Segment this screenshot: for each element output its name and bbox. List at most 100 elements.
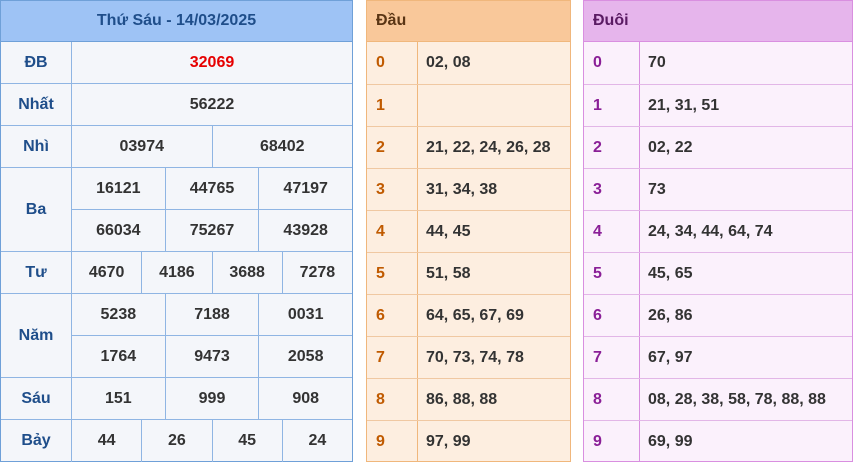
prize-number: 2058 bbox=[258, 336, 352, 377]
head-digit: 5 bbox=[367, 253, 418, 294]
head-digit: 0 bbox=[367, 42, 418, 84]
head-digit: 7 bbox=[367, 337, 418, 378]
head-digit: 9 bbox=[367, 421, 418, 462]
prize-line: 66034 75267 43928 bbox=[72, 209, 352, 251]
head-digit: 1 bbox=[367, 85, 418, 126]
head-numbers: 86, 88, 88 bbox=[426, 390, 498, 408]
prize-number: 43928 bbox=[258, 210, 352, 251]
tail-row: 1 21, 31, 51 bbox=[584, 84, 852, 126]
tail-row: 9 69, 99 bbox=[584, 420, 852, 462]
head-numbers bbox=[418, 85, 570, 126]
prize-number: 4186 bbox=[141, 252, 211, 293]
tail-digit: 8 bbox=[584, 379, 640, 420]
head-digit: 8 bbox=[367, 379, 418, 420]
head-table-title: Đầu bbox=[367, 1, 570, 42]
prize-number: 24 bbox=[281, 420, 352, 462]
prize-number: 5238 bbox=[100, 305, 137, 323]
prize-number: 47197 bbox=[258, 168, 352, 209]
tail-numbers: 45, 65 bbox=[648, 264, 693, 282]
tail-digit: 2 bbox=[584, 127, 640, 168]
head-row: 6 64, 65, 67, 69 bbox=[367, 294, 570, 336]
prize-values: 151 999 908 bbox=[72, 378, 352, 419]
head-row: 0 02, 08 bbox=[367, 42, 570, 84]
prize-label: Nhì bbox=[1, 126, 72, 167]
prize-label: ĐB bbox=[1, 42, 72, 83]
tail-row: 4 24, 34, 44, 64, 74 bbox=[584, 210, 852, 252]
prize-line: 4670 4186 3688 7278 bbox=[72, 252, 352, 293]
prize-line: 1764 9473 2058 bbox=[72, 335, 352, 377]
head-numbers: 44, 45 bbox=[426, 222, 471, 240]
tail-numbers: 26, 86 bbox=[648, 306, 693, 324]
tail-table: Đuôi 0 70 1 21, 31, 51 2 02, 22 3 73 4 24, 34, 44… bbox=[583, 0, 853, 462]
tail-row: 5 45, 65 bbox=[584, 252, 852, 294]
tail-rows: 0 70 1 21, 31, 51 2 02, 22 3 73 4 24, 34, 44, 64,… bbox=[584, 42, 852, 462]
prize-line: 151 999 908 bbox=[72, 378, 352, 419]
head-digit: 6 bbox=[367, 295, 418, 336]
head-row: 2 21, 22, 24, 26, 28 bbox=[367, 126, 570, 168]
prize-number: 9473 bbox=[164, 336, 259, 377]
prize-number: 75267 bbox=[164, 210, 259, 251]
prize-values: 56222 bbox=[72, 84, 352, 125]
head-row: 9 97, 99 bbox=[367, 420, 570, 462]
head-row: 1 bbox=[367, 84, 570, 126]
prize-row: ĐB 32069 bbox=[1, 42, 352, 84]
prize-values: 03974 68402 bbox=[72, 126, 352, 167]
prize-number: 7188 bbox=[164, 294, 259, 335]
tail-digit: 5 bbox=[584, 253, 640, 294]
prize-label: Tư bbox=[1, 252, 72, 293]
prize-values: 4670 4186 3688 7278 bbox=[72, 252, 352, 293]
tail-digit: 9 bbox=[584, 421, 640, 462]
prize-label: Sáu bbox=[1, 378, 72, 419]
head-digit: 4 bbox=[367, 211, 418, 252]
prize-values: 5238 7188 0031 1764 9473 2058 bbox=[72, 294, 352, 377]
tail-numbers: 02, 22 bbox=[648, 138, 693, 156]
tail-table-title: Đuôi bbox=[584, 1, 852, 42]
head-digit: 2 bbox=[367, 127, 418, 168]
head-numbers: 51, 58 bbox=[426, 264, 471, 282]
prize-number: 3688 bbox=[211, 252, 282, 293]
tail-row: 2 02, 22 bbox=[584, 126, 852, 168]
prize-values: 16121 44765 47197 66034 75267 43928 bbox=[72, 168, 352, 251]
tail-row: 3 73 bbox=[584, 168, 852, 210]
head-numbers: 31, 34, 38 bbox=[426, 180, 498, 198]
tail-row: 0 70 bbox=[584, 42, 852, 84]
prize-row: Tư 4670 4186 3688 7278 bbox=[1, 252, 352, 294]
results-table: Thứ Sáu - 14/03/2025 ĐB 32069 Nhất 56222 Nhì… bbox=[0, 0, 353, 462]
prize-row: Nhì 03974 68402 bbox=[1, 126, 352, 168]
prize-values: 44 26 45 24 bbox=[72, 420, 352, 462]
head-row: 8 86, 88, 88 bbox=[367, 378, 570, 420]
prize-number: 908 bbox=[258, 378, 352, 419]
tail-numbers: 21, 31, 51 bbox=[648, 96, 720, 114]
prize-row: Sáu 151 999 908 bbox=[1, 378, 352, 420]
head-numbers: 21, 22, 24, 26, 28 bbox=[426, 138, 551, 156]
prize-number: 56222 bbox=[189, 95, 235, 113]
head-row: 3 31, 34, 38 bbox=[367, 168, 570, 210]
prize-row: Năm 5238 7188 0031 1764 9473 2058 bbox=[1, 294, 352, 378]
prize-number: 03974 bbox=[119, 137, 165, 155]
tail-row: 7 67, 97 bbox=[584, 336, 852, 378]
prize-number: 26 bbox=[141, 420, 211, 462]
prize-label: Năm bbox=[1, 294, 72, 377]
prize-line: 56222 bbox=[72, 84, 352, 125]
head-numbers: 70, 73, 74, 78 bbox=[426, 348, 524, 366]
head-row: 4 44, 45 bbox=[367, 210, 570, 252]
tail-digit: 0 bbox=[584, 42, 640, 84]
tail-numbers: 24, 34, 44, 64, 74 bbox=[648, 222, 773, 240]
tail-numbers: 69, 99 bbox=[648, 432, 693, 450]
tail-numbers: 73 bbox=[648, 180, 666, 198]
prize-number: 0031 bbox=[258, 294, 352, 335]
tail-digit: 1 bbox=[584, 85, 640, 126]
prize-line: 03974 68402 bbox=[72, 126, 352, 167]
tail-numbers: 08, 28, 38, 58, 78, 88, 88 bbox=[648, 390, 826, 408]
tail-numbers: 67, 97 bbox=[648, 348, 693, 366]
prize-line: 44 26 45 24 bbox=[72, 420, 352, 462]
prize-label: Ba bbox=[1, 168, 72, 251]
head-digit: 3 bbox=[367, 169, 418, 210]
prize-number: 4670 bbox=[88, 263, 125, 281]
head-numbers: 02, 08 bbox=[426, 54, 471, 71]
prize-row: Bảy 44 26 45 24 bbox=[1, 420, 352, 462]
prize-number: 44765 bbox=[164, 168, 259, 209]
tail-numbers: 70 bbox=[648, 54, 666, 71]
prize-number: 16121 bbox=[96, 179, 141, 197]
prize-number: 44 bbox=[97, 432, 116, 449]
